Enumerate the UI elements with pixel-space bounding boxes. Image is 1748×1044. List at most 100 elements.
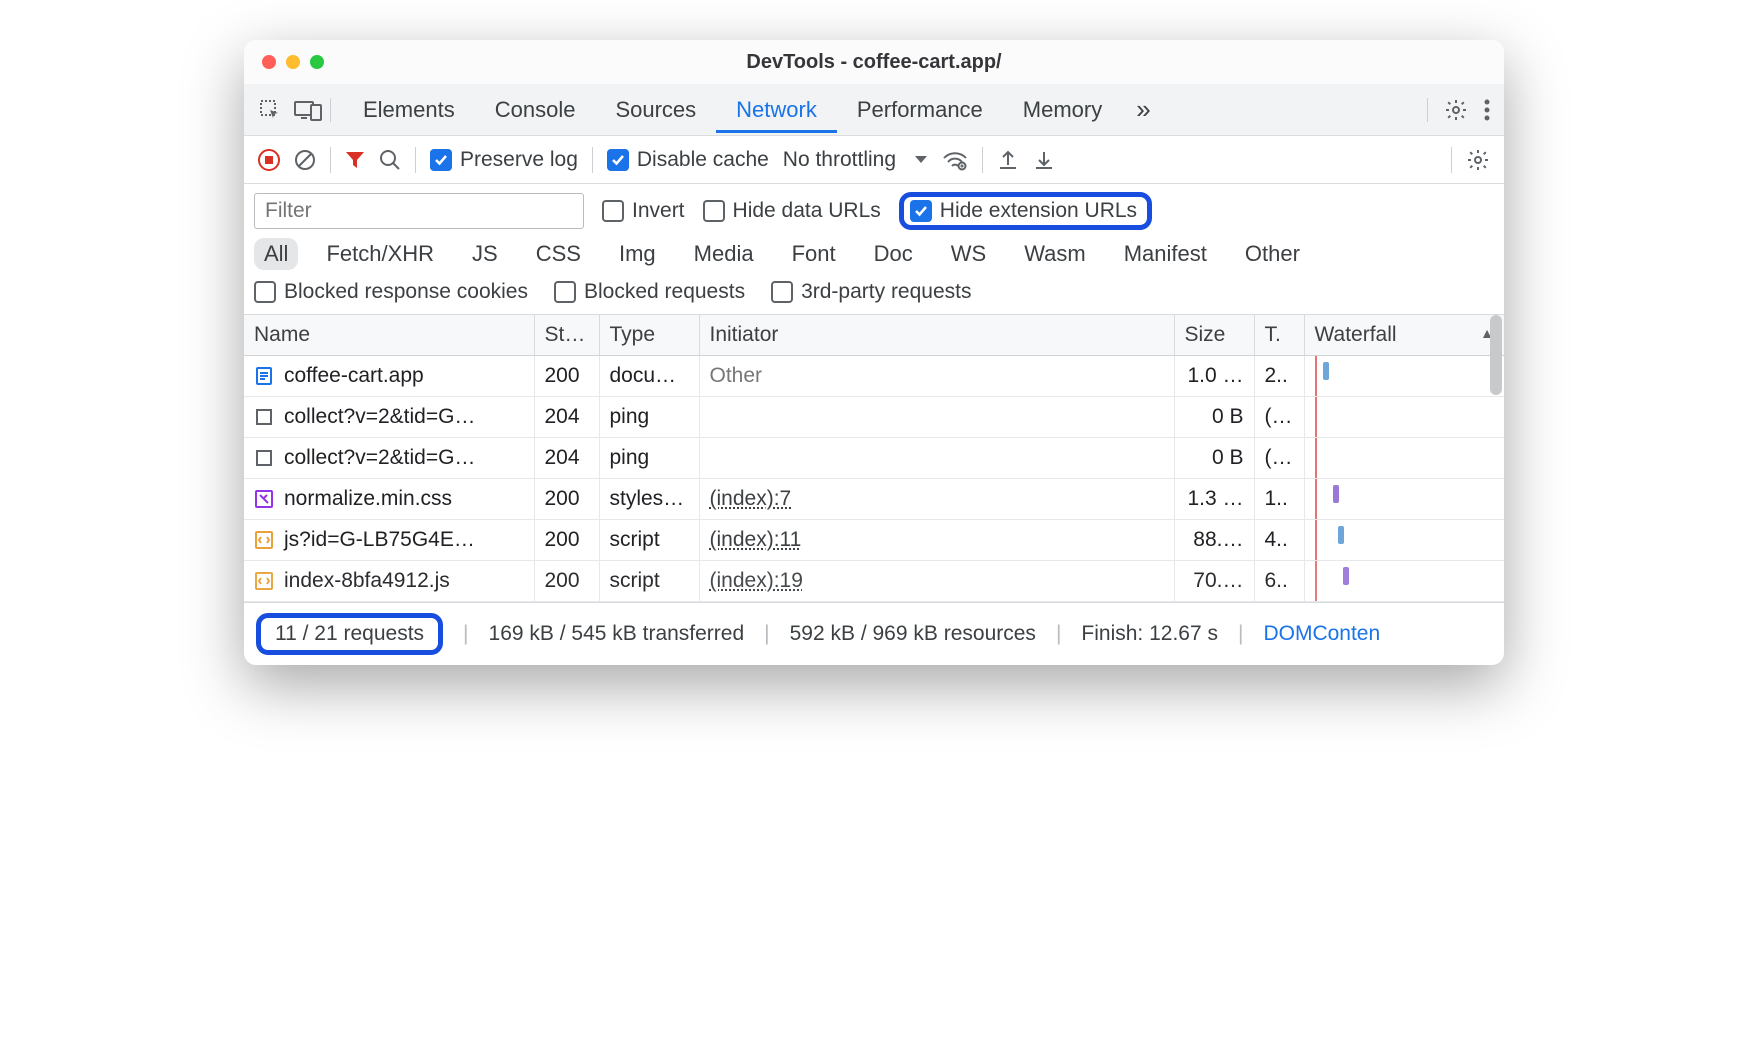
titlebar: DevTools - coffee-cart.app/ — [244, 40, 1504, 84]
table-header-row: Name St… Type Initiator Size T. Waterfal… — [244, 315, 1504, 356]
waterfall-cell — [1304, 479, 1504, 520]
blocked-requests-checkbox[interactable]: Blocked requests — [554, 280, 745, 304]
network-settings-icon[interactable] — [1466, 148, 1490, 172]
table-row[interactable]: index-8bfa4912.js 200 script (index):19 … — [244, 561, 1504, 602]
maximize-button[interactable] — [310, 55, 324, 69]
device-toggle-icon[interactable] — [294, 99, 322, 121]
third-party-checkbox[interactable]: 3rd-party requests — [771, 280, 971, 304]
time-cell: (… — [1254, 397, 1304, 438]
col-initiator[interactable]: Initiator — [699, 315, 1174, 356]
request-type-filters: All Fetch/XHR JS CSS Img Media Font Doc WS Wasm Ma… — [244, 236, 1504, 280]
network-conditions-icon[interactable] — [942, 149, 968, 171]
type-filter-fetchxhr[interactable]: Fetch/XHR — [316, 238, 444, 270]
domcontent-link[interactable]: DOMConten — [1263, 622, 1380, 646]
type-filter-other[interactable]: Other — [1235, 238, 1310, 270]
record-button[interactable] — [258, 149, 280, 171]
tab-sources[interactable]: Sources — [595, 87, 716, 133]
table-row[interactable]: js?id=G-LB75G4E… 200 script (index):11 8… — [244, 520, 1504, 561]
col-waterfall[interactable]: Waterfall▲ — [1304, 315, 1504, 356]
minimize-button[interactable] — [286, 55, 300, 69]
css-icon — [254, 489, 274, 509]
invert-checkbox[interactable]: Invert — [602, 199, 685, 223]
col-status[interactable]: St… — [534, 315, 599, 356]
time-cell: 1.. — [1254, 479, 1304, 520]
window-controls — [262, 55, 324, 69]
window-title: DevTools - coffee-cart.app/ — [244, 51, 1504, 74]
type-filter-css[interactable]: CSS — [526, 238, 591, 270]
type-cell: ping — [599, 438, 699, 479]
type-filter-ws[interactable]: WS — [941, 238, 996, 270]
table-row[interactable]: coffee-cart.app 200 docu… Other 1.0 … 2.… — [244, 356, 1504, 397]
initiator-link[interactable]: (index):19 — [710, 569, 803, 592]
blocked-cookies-checkbox[interactable]: Blocked response cookies — [254, 280, 528, 304]
search-icon[interactable] — [379, 149, 401, 171]
main-tabstrip: ElementsConsoleSourcesNetworkPerformance… — [244, 84, 1504, 136]
doc-icon — [254, 366, 274, 386]
size-cell: 88.… — [1174, 520, 1254, 561]
tab-console[interactable]: Console — [475, 87, 596, 133]
throttling-select[interactable]: No throttling — [783, 148, 928, 172]
box-icon — [254, 448, 274, 468]
initiator-link[interactable]: (index):11 — [710, 528, 802, 551]
time-cell: 4.. — [1254, 520, 1304, 561]
preserve-log-checkbox[interactable]: Preserve log — [430, 148, 578, 172]
tabs-overflow[interactable]: » — [1128, 84, 1158, 135]
hide-data-urls-checkbox[interactable]: Hide data URLs — [703, 199, 881, 223]
size-cell: 1.0 … — [1174, 356, 1254, 397]
download-icon[interactable] — [1033, 149, 1055, 171]
type-filter-font[interactable]: Font — [782, 238, 846, 270]
type-filter-js[interactable]: JS — [462, 238, 508, 270]
type-filter-media[interactable]: Media — [684, 238, 764, 270]
request-name: normalize.min.css — [284, 487, 452, 511]
table-row[interactable]: collect?v=2&tid=G… 204 ping 0 B (… — [244, 397, 1504, 438]
hide-extension-urls-checkbox[interactable]: Hide extension URLs — [910, 199, 1137, 223]
settings-icon[interactable] — [1444, 98, 1468, 122]
upload-icon[interactable] — [997, 149, 1019, 171]
size-cell: 70.… — [1174, 561, 1254, 602]
request-name: js?id=G-LB75G4E… — [284, 528, 475, 552]
initiator-cell: (index):19 — [699, 561, 1174, 602]
request-name: collect?v=2&tid=G… — [284, 446, 475, 470]
filter-icon[interactable] — [345, 150, 365, 170]
js-icon — [254, 571, 274, 591]
status-cell: 200 — [534, 561, 599, 602]
col-time[interactable]: T. — [1254, 315, 1304, 356]
hide-extension-urls-highlight: Hide extension URLs — [899, 192, 1152, 230]
type-filter-all[interactable]: All — [254, 238, 298, 270]
table-row[interactable]: normalize.min.css 200 styles… (index):7 … — [244, 479, 1504, 520]
size-cell: 0 B — [1174, 438, 1254, 479]
tab-network[interactable]: Network — [716, 87, 837, 133]
close-button[interactable] — [262, 55, 276, 69]
col-name[interactable]: Name — [244, 315, 534, 356]
tab-elements[interactable]: Elements — [343, 87, 475, 133]
col-type[interactable]: Type — [599, 315, 699, 356]
waterfall-cell — [1304, 438, 1504, 479]
initiator-link[interactable]: (index):7 — [710, 487, 792, 510]
transferred-size: 169 kB / 545 kB transferred — [489, 622, 745, 646]
tab-memory[interactable]: Memory — [1003, 87, 1122, 133]
waterfall-cell — [1304, 561, 1504, 602]
kebab-menu-icon[interactable] — [1484, 98, 1490, 122]
initiator-cell — [699, 438, 1174, 479]
waterfall-cell — [1304, 397, 1504, 438]
disable-cache-checkbox[interactable]: Disable cache — [607, 148, 769, 172]
filter-input[interactable] — [254, 193, 584, 229]
table-scrollbar[interactable] — [1490, 315, 1502, 395]
requests-table: Name St… Type Initiator Size T. Waterfal… — [244, 315, 1504, 602]
type-filter-doc[interactable]: Doc — [864, 238, 923, 270]
waterfall-cell — [1304, 356, 1504, 397]
table-row[interactable]: collect?v=2&tid=G… 204 ping 0 B (… — [244, 438, 1504, 479]
type-filter-manifest[interactable]: Manifest — [1114, 238, 1217, 270]
initiator-cell: (index):7 — [699, 479, 1174, 520]
status-cell: 200 — [534, 356, 599, 397]
inspect-icon[interactable] — [258, 98, 282, 122]
tab-performance[interactable]: Performance — [837, 87, 1003, 133]
clear-button[interactable] — [294, 149, 316, 171]
status-bar: 11 / 21 requests | 169 kB / 545 kB trans… — [244, 602, 1504, 665]
type-filter-img[interactable]: Img — [609, 238, 666, 270]
initiator-cell: (index):11 — [699, 520, 1174, 561]
col-size[interactable]: Size — [1174, 315, 1254, 356]
requests-count-highlight: 11 / 21 requests — [256, 613, 443, 655]
network-toolbar: Preserve log Disable cache No throttling — [244, 136, 1504, 184]
type-filter-wasm[interactable]: Wasm — [1014, 238, 1096, 270]
